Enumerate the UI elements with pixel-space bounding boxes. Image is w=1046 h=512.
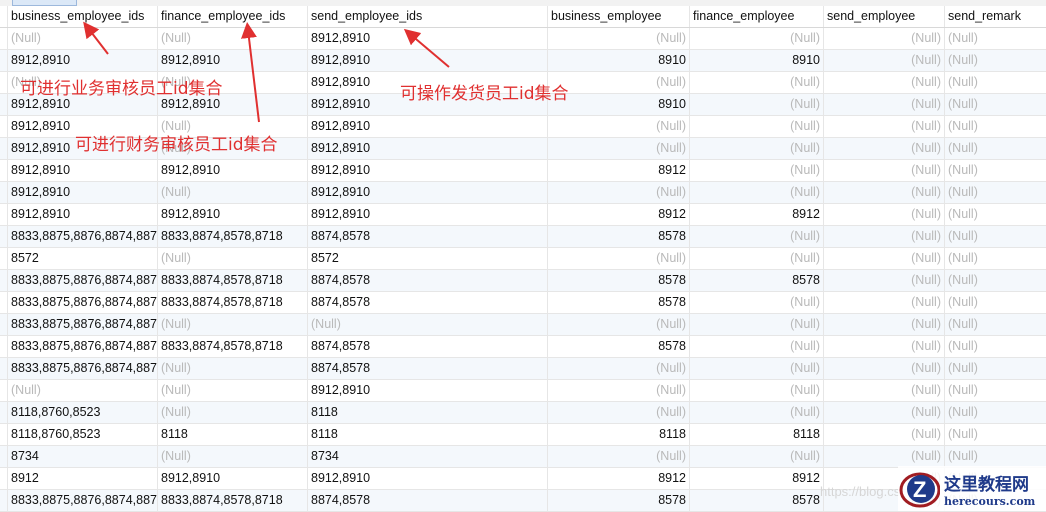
watermark-title: 这里教程网: [944, 474, 1029, 494]
watermark-text: 这里教程网 herecours.com: [944, 470, 1035, 508]
site-watermark: Z 这里教程网 herecours.com: [898, 466, 1046, 511]
arrow-finance: [241, 22, 260, 123]
arrow-business: [83, 21, 109, 55]
arrow-send: [403, 28, 450, 68]
annotation-finance-ids: 可进行财务审核员工id集合: [75, 135, 278, 155]
annotation-business-ids: 可进行业务审核员工id集合: [20, 79, 223, 99]
z-logo-icon: Z: [898, 469, 941, 509]
annotation-send-ids: 可操作发货员工id集合: [400, 84, 569, 104]
blog-watermark: https://blog.cs: [820, 484, 901, 499]
svg-text:Z: Z: [913, 477, 926, 502]
watermark-url: herecours.com: [944, 494, 1036, 508]
